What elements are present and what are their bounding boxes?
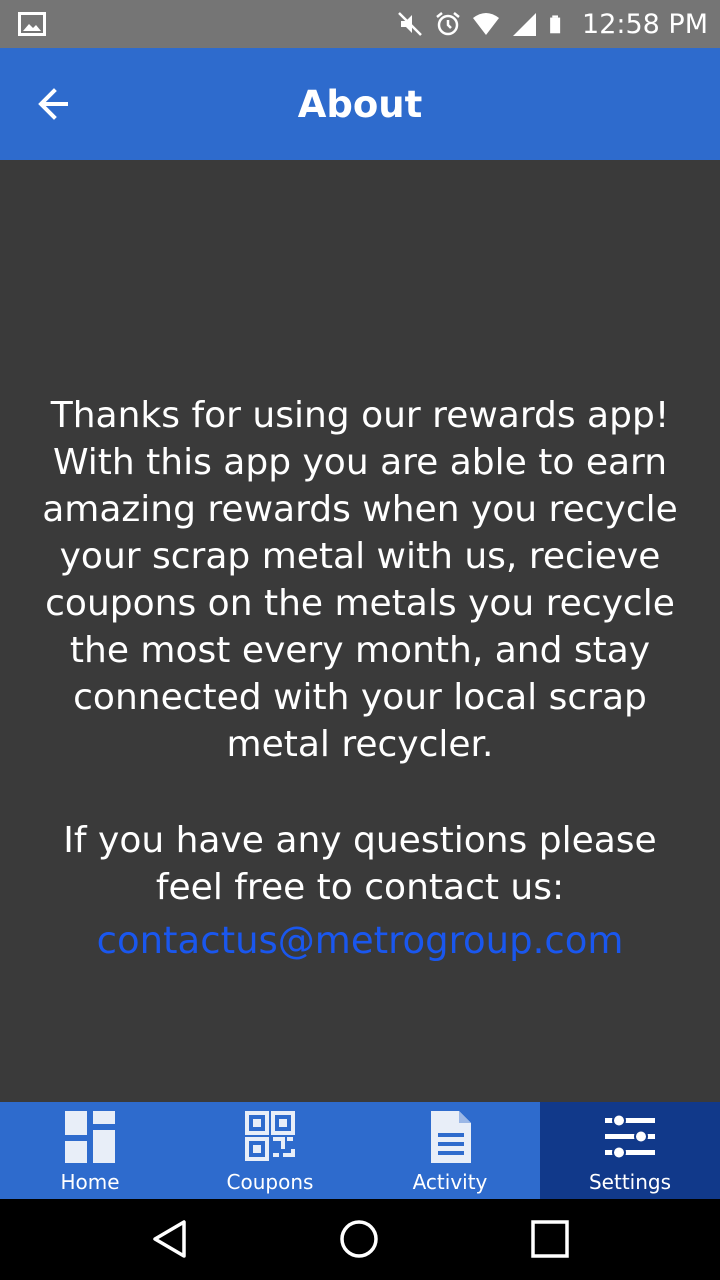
nav-label-activity: Activity: [412, 1170, 488, 1194]
nav-label-home: Home: [60, 1170, 120, 1194]
about-paragraph: Thanks for using our rewards app! With t…: [38, 392, 682, 768]
page-title: About: [297, 82, 423, 126]
nav-label-settings: Settings: [588, 1170, 672, 1194]
status-icons: 12:58 PM: [396, 0, 708, 48]
status-bar: 12:58 PM: [0, 0, 720, 48]
nav-item-settings[interactable]: Settings: [540, 1102, 720, 1199]
contact-paragraph: If you have any questions please feel fr…: [38, 817, 682, 911]
contact-line: feel free to contact us:: [155, 867, 565, 908]
nav-item-coupons[interactable]: Coupons: [180, 1102, 360, 1199]
battery-icon: [550, 15, 561, 34]
alarm-icon: [436, 12, 460, 36]
sliders-icon: [605, 1113, 655, 1160]
nav-label-coupons: Coupons: [226, 1170, 314, 1194]
home-circle-icon[interactable]: [337, 1217, 381, 1261]
document-icon: [431, 1111, 471, 1163]
status-time: 12:58 PM: [582, 8, 708, 40]
mute-icon: [398, 12, 422, 36]
about-line: amazing rewards when you recycle: [42, 489, 678, 530]
nav-item-home[interactable]: Home: [0, 1102, 180, 1199]
contact-line: If you have any questions please: [63, 820, 657, 861]
qr-code-icon: [245, 1111, 295, 1161]
about-line: the most every month, and stay: [69, 630, 651, 671]
about-line: With this app you are able to earn: [52, 442, 668, 483]
arrow-left-icon[interactable]: [30, 78, 82, 130]
about-line: coupons on the metals you recycle: [45, 583, 675, 624]
about-line: your scrap metal with us, recieve: [59, 536, 661, 577]
signal-icon: [513, 13, 537, 36]
app-bar: About: [0, 48, 720, 160]
about-line: metal recycler.: [226, 724, 494, 765]
bottom-nav: Home Coupons Activity Settings: [0, 1102, 720, 1199]
dashboard-icon: [65, 1111, 115, 1163]
nav-item-activity[interactable]: Activity: [360, 1102, 540, 1199]
back-triangle-icon[interactable]: [148, 1217, 192, 1261]
about-line: connected with your local scrap: [73, 677, 647, 718]
system-nav-bar: [0, 1199, 720, 1280]
wifi-icon: [473, 13, 500, 35]
recents-square-icon[interactable]: [528, 1217, 572, 1261]
gallery-icon: [18, 12, 46, 36]
contact-email-link[interactable]: contactus@metrogroup.com: [38, 917, 682, 965]
about-line: Thanks for using our rewards app!: [50, 395, 670, 436]
about-content: Thanks for using our rewards app! With t…: [0, 160, 720, 1102]
